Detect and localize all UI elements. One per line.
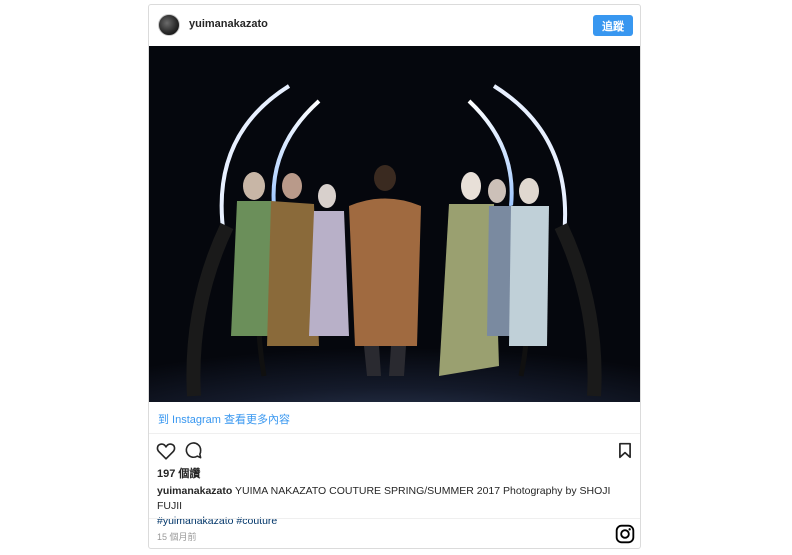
- instagram-logo-icon[interactable]: [615, 524, 635, 544]
- bookmark-icon[interactable]: [618, 442, 632, 459]
- instagram-embed-card: yuimanakazato 追蹤 到 Instagram 查看更多內容 197 …: [148, 4, 641, 549]
- hashtag-link[interactable]: #yuimanakazato: [157, 515, 233, 527]
- divider: [149, 433, 640, 434]
- username-link[interactable]: yuimanakazato: [189, 18, 268, 30]
- comment-icon[interactable]: [184, 441, 203, 460]
- caption-username[interactable]: yuimanakazato: [157, 485, 232, 497]
- hashtag-link[interactable]: #couture: [236, 515, 277, 527]
- follow-button[interactable]: 追蹤: [593, 15, 633, 36]
- divider: [149, 518, 640, 519]
- post-timestamp[interactable]: 15 個月前: [157, 530, 197, 543]
- post-caption: yuimanakazato YUIMA NAKAZATO COUTURE SPR…: [157, 484, 627, 529]
- fashion-show-image: [149, 46, 640, 402]
- post-photo[interactable]: [149, 46, 640, 402]
- post-header: yuimanakazato 追蹤: [149, 5, 640, 46]
- like-count[interactable]: 197 個讚: [157, 465, 200, 481]
- heart-icon[interactable]: [156, 442, 176, 460]
- avatar[interactable]: [158, 14, 180, 36]
- view-more-link[interactable]: 到 Instagram 查看更多內容: [158, 411, 290, 427]
